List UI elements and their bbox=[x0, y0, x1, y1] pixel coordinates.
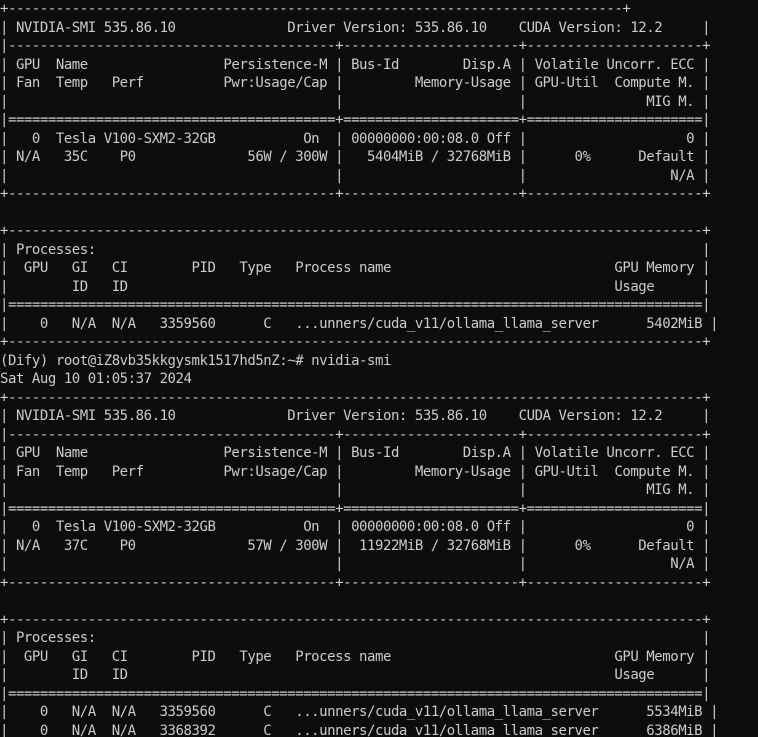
terminal-line: | ID ID Usage | bbox=[0, 667, 711, 683]
command-prompt-line[interactable]: (Dify) root@iZ8vb35kkgysmk1517hd5nZ:~# n… bbox=[0, 352, 718, 371]
terminal-window[interactable]: +---------------------------------------… bbox=[0, 0, 758, 737]
terminal-line: | 0 Tesla V100-SXM2-32GB On | 00000000:0… bbox=[0, 519, 711, 535]
terminal-line: | Processes: | bbox=[0, 630, 711, 646]
terminal-line: +---------------------------------------… bbox=[0, 389, 711, 406]
terminal-line: | N/A 37C P0 57W / 300W | 11922MiB / 327… bbox=[0, 537, 711, 554]
terminal-line: +---------------------------------------… bbox=[0, 574, 711, 591]
terminal-line: | GPU Name Persistence-M | Bus-Id Disp.A… bbox=[0, 56, 711, 73]
terminal-line: Sat Aug 10 01:05:37 2024 bbox=[0, 371, 192, 387]
terminal-line: | | | MIG M. | bbox=[0, 93, 711, 110]
terminal-line: | | | N/A | bbox=[0, 556, 711, 572]
terminal-line: | ID ID Usage | bbox=[0, 278, 711, 295]
terminal-line: | NVIDIA-SMI 535.86.10 Driver Version: 5… bbox=[0, 408, 711, 424]
terminal-output: +---------------------------------------… bbox=[0, 0, 719, 737]
terminal-line: |---------------------------------------… bbox=[0, 38, 711, 54]
terminal-line: | N/A 35C P0 56W / 300W | 5404MiB / 3276… bbox=[0, 149, 711, 165]
terminal-line: | NVIDIA-SMI 535.86.10 Driver Version: 5… bbox=[0, 19, 711, 36]
terminal-line: | | | N/A | bbox=[0, 167, 711, 184]
terminal-line: |=======================================… bbox=[0, 297, 711, 313]
terminal-line: | Processes: | bbox=[0, 241, 711, 258]
terminal-line: | | | MIG M. | bbox=[0, 482, 711, 498]
terminal-line: |=======================================… bbox=[0, 112, 711, 128]
terminal-line: +---------------------------------------… bbox=[0, 186, 711, 202]
terminal-line: | 0 N/A N/A 3359560 C ...unners/cuda_v11… bbox=[0, 315, 719, 332]
terminal-line: +---------------------------------------… bbox=[0, 611, 711, 628]
terminal-line: |=======================================… bbox=[0, 500, 711, 517]
terminal-line: +---------------------------------------… bbox=[0, 334, 711, 350]
terminal-line: | GPU Name Persistence-M | Bus-Id Disp.A… bbox=[0, 445, 711, 461]
terminal-line: +---------------------------------------… bbox=[0, 1, 631, 17]
terminal-line: | Fan Temp Perf Pwr:Usage/Cap | Memory-U… bbox=[0, 75, 711, 91]
terminal-line: | 0 N/A N/A 3359560 C ...unners/cuda_v11… bbox=[0, 704, 719, 720]
terminal-line: +---------------------------------------… bbox=[0, 223, 711, 239]
terminal-line: | 0 Tesla V100-SXM2-32GB On | 00000000:0… bbox=[0, 130, 711, 147]
terminal-line: | GPU GI CI PID Type Process name GPU Me… bbox=[0, 260, 711, 276]
terminal-line: | 0 N/A N/A 3368392 C ...unners/cuda_v11… bbox=[0, 722, 719, 737]
terminal-line: |=======================================… bbox=[0, 685, 711, 702]
terminal-line: |---------------------------------------… bbox=[0, 426, 711, 443]
terminal-line: | Fan Temp Perf Pwr:Usage/Cap | Memory-U… bbox=[0, 463, 711, 480]
terminal-line: | GPU GI CI PID Type Process name GPU Me… bbox=[0, 648, 711, 665]
